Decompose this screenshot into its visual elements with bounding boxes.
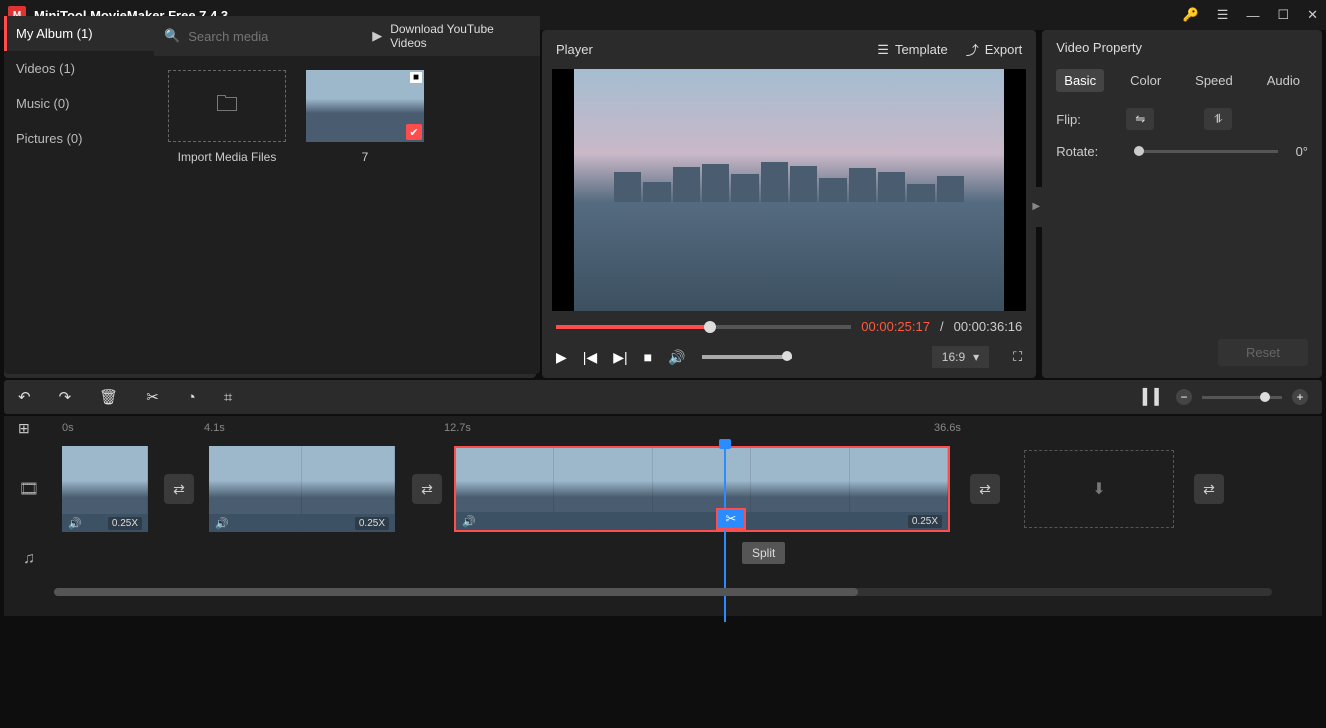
transition-slot-3[interactable]: ⇄ <box>970 474 1000 504</box>
stop-button[interactable]: ■ <box>644 349 652 365</box>
redo-button[interactable]: ↷ <box>59 388 72 406</box>
search-input[interactable] <box>188 29 364 44</box>
audio-track-icon: ♫ <box>4 550 54 568</box>
flip-horizontal-button[interactable]: ⇋ <box>1126 108 1154 130</box>
crop-button[interactable]: ⌗ <box>224 389 232 406</box>
chevron-down-icon: ▾ <box>973 350 979 364</box>
youtube-icon: ▶ <box>372 28 382 44</box>
clip-3-selected[interactable]: 🔊0.25X <box>454 446 950 532</box>
album-tab-music[interactable]: Music (0) <box>4 86 154 121</box>
time-current: 00:00:25:17 <box>861 319 930 334</box>
minimize-button[interactable]: — <box>1246 8 1259 23</box>
undo-button[interactable]: ↶ <box>18 388 31 406</box>
clip-name: 7 <box>306 150 424 164</box>
transition-slot-1[interactable]: ⇄ <box>164 474 194 504</box>
property-panel: ▶ Video Property Basic Color Speed Audio… <box>1042 30 1322 378</box>
zoom-out-button[interactable]: − <box>1176 389 1192 405</box>
rotate-slider[interactable] <box>1134 150 1277 153</box>
clip-1[interactable]: 🔊0.25X <box>62 446 148 532</box>
flip-vertical-button[interactable]: ⥮ <box>1204 108 1232 130</box>
preview-frame <box>574 69 1004 311</box>
folder-icon: 🗀 <box>216 87 238 125</box>
prev-frame-button[interactable]: |◀ <box>583 349 597 366</box>
media-panel: My Album (1) Videos (1) Music (0) Pictur… <box>4 16 540 374</box>
check-icon: ✔ <box>406 124 422 140</box>
player-title: Player <box>556 42 859 57</box>
prop-tab-basic[interactable]: Basic <box>1056 69 1104 92</box>
album-tab-pictures[interactable]: Pictures (0) <box>4 121 154 156</box>
fit-button[interactable]: ▍▍ <box>1143 388 1166 406</box>
timeline-scrollbar[interactable] <box>54 588 1272 596</box>
speed-button[interactable]: ◔ <box>187 389 196 406</box>
video-badge-icon: ■ <box>410 72 422 83</box>
scrub-bar[interactable] <box>556 325 851 329</box>
search-icon: 🔍 <box>164 28 180 44</box>
zoom-slider[interactable] <box>1202 396 1282 399</box>
volume-slider[interactable] <box>702 355 792 359</box>
aspect-select[interactable]: 16:9▾ <box>932 346 989 368</box>
split-tooltip: Split <box>742 542 785 564</box>
audio-track: ♫ <box>4 534 1322 584</box>
delete-button[interactable]: 🗑 <box>99 388 118 406</box>
album-tab-videos[interactable]: Videos (1) <box>4 51 154 86</box>
menu-icon[interactable]: ☰ <box>1217 7 1229 23</box>
timeline-toolbar: ↶ ↷ 🗑 ✂ ◔ ⌗ ▍▍ − + <box>4 380 1322 414</box>
prop-tab-color[interactable]: Color <box>1122 69 1169 92</box>
panel-expand-handle[interactable]: ▶ <box>1030 187 1042 227</box>
audio-icon: 🔊 <box>462 515 476 528</box>
transition-slot-4[interactable]: ⇄ <box>1194 474 1224 504</box>
drop-zone[interactable]: ⬇ <box>1024 450 1174 528</box>
reset-button[interactable]: Reset <box>1218 339 1308 366</box>
add-track-button[interactable]: ⊞ <box>18 420 30 437</box>
fullscreen-button[interactable]: ⛶ <box>1013 349 1022 365</box>
template-button[interactable]: ☰Template <box>877 42 947 58</box>
export-icon: ⤴ <box>966 40 979 59</box>
prop-tab-audio[interactable]: Audio <box>1259 69 1308 92</box>
video-track: 🎞 🔊0.25X ⇄ 🔊0.25X ⇄ 🔊0.25X ⇄ ⬇ ⇄ ✂ Split <box>4 444 1322 534</box>
import-media-card[interactable]: 🗀 Import Media Files <box>168 70 286 164</box>
next-frame-button[interactable]: ▶| <box>613 349 627 366</box>
flip-label: Flip: <box>1056 112 1116 127</box>
property-title: Video Property <box>1056 40 1308 55</box>
play-button[interactable]: ▶ <box>556 349 567 366</box>
clip-2[interactable]: 🔊0.25X <box>209 446 395 532</box>
maximize-button[interactable]: ☐ <box>1277 7 1289 23</box>
rotate-label: Rotate: <box>1056 144 1116 159</box>
media-clip-card[interactable]: ■ ✔ 7 <box>306 70 424 164</box>
player-panel: Player ☰Template ⤴Export 00:00:25:17 / 0… <box>542 30 1036 378</box>
time-ruler[interactable]: ⊞ 0s 4.1s 12.7s 36.6s <box>4 416 1322 440</box>
preview-area <box>552 69 1026 311</box>
timeline: 🎞 🔊0.25X ⇄ 🔊0.25X ⇄ 🔊0.25X ⇄ ⬇ ⇄ ✂ Split <box>4 440 1322 616</box>
album-tab-myalbum[interactable]: My Album (1) <box>4 16 154 51</box>
transition-slot-2[interactable]: ⇄ <box>412 474 442 504</box>
video-track-icon: 🎞 <box>4 479 54 499</box>
export-button[interactable]: ⤴Export <box>966 40 1023 59</box>
rotate-value: 0° <box>1296 144 1308 159</box>
audio-icon: 🔊 <box>215 517 229 530</box>
volume-icon[interactable]: 🔊 <box>668 349 685 366</box>
layers-icon: ☰ <box>877 42 889 58</box>
prop-tab-speed[interactable]: Speed <box>1187 69 1241 92</box>
audio-icon: 🔊 <box>68 517 82 530</box>
close-button[interactable]: ✕ <box>1307 7 1318 23</box>
split-handle[interactable]: ✂ <box>716 508 746 530</box>
zoom-in-button[interactable]: + <box>1292 389 1308 405</box>
download-youtube-link[interactable]: Download YouTube Videos <box>390 22 530 50</box>
split-button[interactable]: ✂ <box>146 388 159 406</box>
time-total: 00:00:36:16 <box>954 319 1023 334</box>
key-icon[interactable]: 🔑 <box>1183 7 1199 23</box>
